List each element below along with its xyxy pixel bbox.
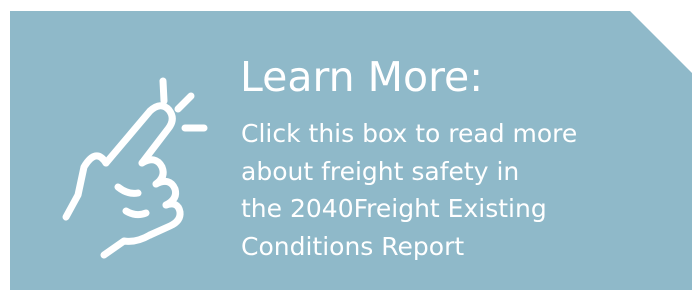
description-line: about freight safety in	[241, 156, 520, 186]
card-description: Click this box to read more about freigh…	[241, 115, 681, 265]
learn-more-heading: Learn More:	[240, 53, 484, 101]
description-line: the 2040Freight Existing	[241, 194, 547, 223]
description-line: Click this box to read more	[241, 119, 578, 148]
learn-more-card[interactable]: Learn More: Click this box to read more …	[10, 11, 692, 290]
pointing-finger-click-icon	[62, 77, 208, 259]
description-line: Conditions Report	[241, 231, 465, 261]
